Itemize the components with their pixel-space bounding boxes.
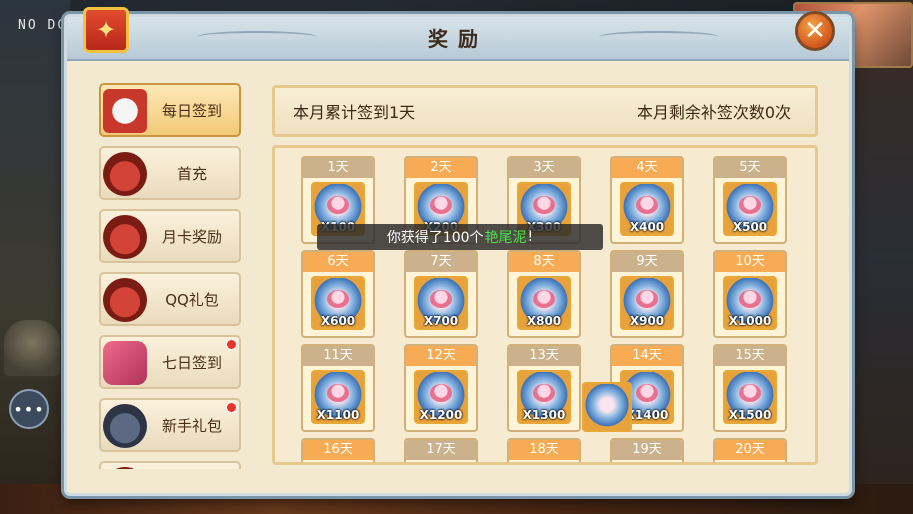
pet-fruit-bag-icon <box>311 464 365 465</box>
reward-day-label: 18天 <box>509 440 579 460</box>
sidebar-item[interactable]: 月卡奖励 <box>99 209 241 263</box>
reward-day-label: 7天 <box>406 252 476 272</box>
reward-day-label: 8天 <box>509 252 579 272</box>
red-basket-icon <box>103 278 147 322</box>
reward-quantity: X1100 <box>316 408 360 422</box>
rewards-panel: 奖励 ✦ ✕ 每日签到首充月卡奖励 QQ礼包七日签到新手礼包 本月累计签到1天 本… <box>64 7 852 496</box>
reward-day-cell[interactable]: 11天 X1100 <box>301 344 375 432</box>
dragged-reward-item-icon <box>582 382 632 432</box>
reward-day-cell[interactable]: 18天 <box>507 438 581 465</box>
reward-day-label: 2天 <box>406 158 476 178</box>
notification-badge <box>226 339 237 350</box>
sidebar-item[interactable]: 每日签到 <box>99 83 241 137</box>
reward-quantity: X1200 <box>419 408 463 422</box>
sidebar-item-label: 首充 <box>176 164 207 183</box>
reward-quantity: X1500 <box>728 408 772 422</box>
reward-day-cell[interactable]: 17天 <box>404 438 478 465</box>
chat-icon[interactable]: ••• <box>9 389 49 429</box>
toast-prefix: 你获得了100个 <box>386 230 484 246</box>
background-right <box>853 0 913 514</box>
reward-day-label: 4天 <box>612 158 682 178</box>
sidebar-item-label: 新手礼包 <box>161 416 222 435</box>
sidebar-item[interactable] <box>99 461 241 469</box>
reward-day-cell[interactable]: 8天 X800 <box>507 250 581 338</box>
reward-day-label: 5天 <box>715 158 785 178</box>
gift-bag-icon <box>103 404 147 448</box>
reward-day-cell[interactable]: 19天 <box>610 438 684 465</box>
reward-day-cell[interactable]: 20天 <box>713 438 787 465</box>
reward-day-label: 16天 <box>303 440 373 460</box>
pet-fruit-bag-icon <box>723 464 777 465</box>
reward-day-label: 10天 <box>715 252 785 272</box>
reward-day-label: 9天 <box>612 252 682 272</box>
reward-quantity: X900 <box>629 314 665 328</box>
toast-item-name: 艳尾泥 <box>484 230 527 246</box>
gift-box-icon: ✦ <box>83 7 129 53</box>
reward-day-cell[interactable]: 9天 X900 <box>610 250 684 338</box>
reward-day-label: 3天 <box>509 158 579 178</box>
panel-title: 奖励 <box>428 27 488 51</box>
sidebar-item-label: QQ礼包 <box>165 290 219 309</box>
sidebar-item-label <box>151 463 233 469</box>
reward-day-label: 19天 <box>612 440 682 460</box>
reward-day-cell[interactable]: 6天 X600 <box>301 250 375 338</box>
close-button[interactable]: ✕ <box>795 11 835 51</box>
background-left <box>0 0 70 514</box>
pet-fruit-bag-icon <box>517 464 571 465</box>
red-basket-icon <box>103 215 147 259</box>
reward-day-label: 15天 <box>715 346 785 366</box>
reward-day-cell[interactable]: 10天 X1000 <box>713 250 787 338</box>
reward-quantity: X1000 <box>728 314 772 328</box>
makeup-sign-remaining: 本月剩余补签次数0次 <box>636 103 791 122</box>
reward-day-cell[interactable]: 5天 X500 <box>713 156 787 244</box>
reward-category-sidebar: 每日签到首充月卡奖励 QQ礼包七日签到新手礼包 <box>99 83 247 469</box>
reward-quantity: X400 <box>629 220 665 234</box>
reward-quantity: X1300 <box>522 408 566 422</box>
scroll-icon <box>103 341 147 385</box>
sidebar-item-label: 每日签到 <box>161 101 222 120</box>
sidebar-item-label: 七日签到 <box>161 353 222 372</box>
reward-day-cell[interactable]: 4天 X400 <box>610 156 684 244</box>
sign-in-card-icon <box>103 89 147 133</box>
reward-day-cell[interactable]: 13天 X1300 <box>507 344 581 432</box>
side-character-figure <box>4 320 60 376</box>
reward-day-label: 14天 <box>612 346 682 366</box>
reward-day-label: 11天 <box>303 346 373 366</box>
sign-in-summary: 本月累计签到1天 本月剩余补签次数0次 <box>272 85 818 137</box>
notification-badge <box>226 402 237 413</box>
reward-day-label: 12天 <box>406 346 476 366</box>
reward-quantity: X600 <box>320 314 356 328</box>
sidebar-item[interactable]: 首充 <box>99 146 241 200</box>
reward-day-label: 1天 <box>303 158 373 178</box>
reward-quantity: X700 <box>423 314 459 328</box>
reward-quantity: X500 <box>732 220 768 234</box>
sidebar-item[interactable]: 新手礼包 <box>99 398 241 452</box>
panel-header: 奖励 <box>67 17 849 61</box>
sidebar-item[interactable]: QQ礼包 <box>99 272 241 326</box>
red-basket-icon <box>103 152 147 196</box>
pet-fruit-bag-icon <box>620 464 674 465</box>
toast-suffix: ! <box>527 229 534 245</box>
reward-day-cell[interactable]: 7天 X700 <box>404 250 478 338</box>
daily-reward-grid[interactable]: 1天X1002天X2003天X3004天X4005天X5006天X6007天X7… <box>272 145 818 465</box>
reward-toast: 你获得了100个 艳尾泥 ! <box>317 224 603 250</box>
reward-day-cell[interactable]: 15天 X1500 <box>713 344 787 432</box>
reward-day-label: 17天 <box>406 440 476 460</box>
reward-day-cell[interactable]: 16天 <box>301 438 375 465</box>
monthly-signed-count: 本月累计签到1天 <box>293 103 416 122</box>
red-basket-icon <box>103 467 147 469</box>
sidebar-item[interactable]: 七日签到 <box>99 335 241 389</box>
reward-day-label: 20天 <box>715 440 785 460</box>
hud-status-text: NO DC <box>18 18 68 33</box>
reward-quantity: X800 <box>526 314 562 328</box>
reward-day-label: 13天 <box>509 346 579 366</box>
reward-day-cell[interactable]: 12天 X1200 <box>404 344 478 432</box>
sidebar-item-label: 月卡奖励 <box>161 227 222 246</box>
reward-day-label: 6天 <box>303 252 373 272</box>
pet-fruit-bag-icon <box>414 464 468 465</box>
